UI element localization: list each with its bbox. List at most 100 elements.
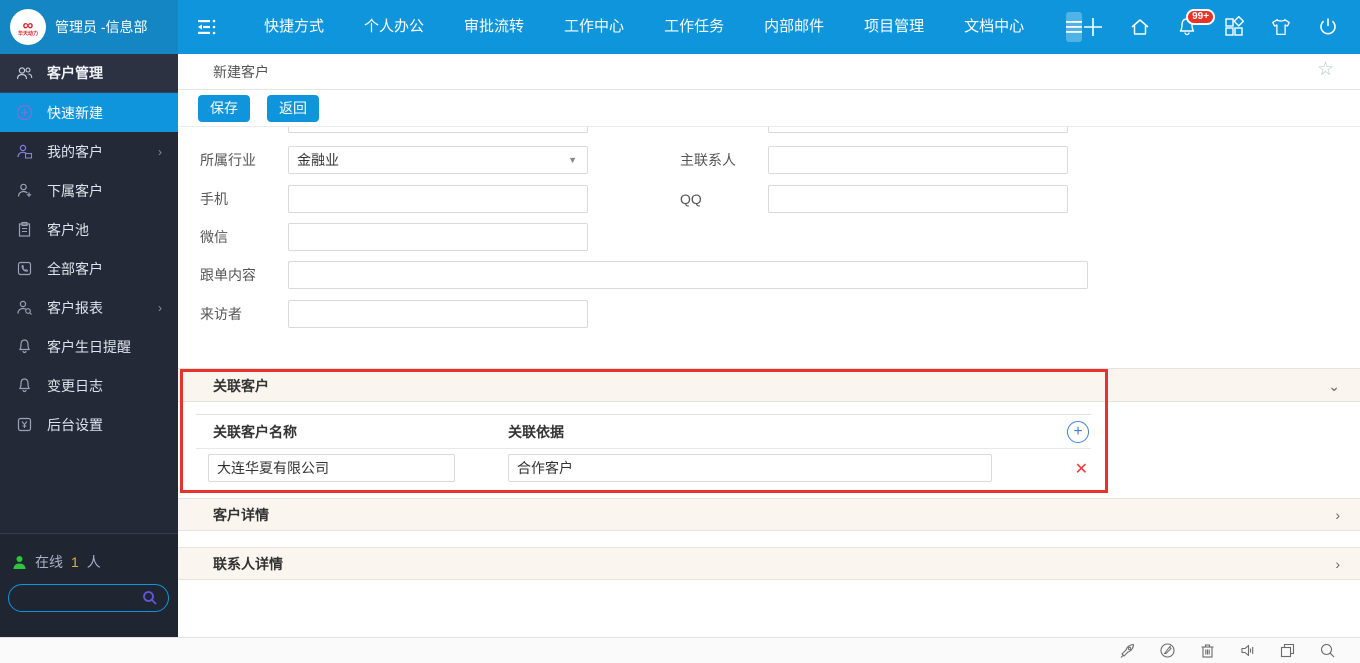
related-customers-table-header: 关联客户名称 关联依据 + (196, 415, 1091, 449)
hamburger-icon (1066, 21, 1083, 33)
wechat-label: 微信 (200, 229, 228, 245)
sidebar-item-my-customers[interactable]: 我的客户 › (0, 132, 178, 171)
contacts-book-icon (16, 260, 33, 277)
sidebar: 客户管理 快速新建 我的客户 › 下属客户 客户池 全部客户 客户报表 › 客户… (0, 54, 178, 637)
logout-button[interactable] (1317, 16, 1339, 38)
sidebar-search-input[interactable] (9, 590, 142, 606)
logo-infinity-glyph: ∞ (22, 16, 34, 34)
contact-detail-section-header[interactable]: 联系人详情 › (178, 547, 1360, 580)
save-button[interactable]: 保存 (198, 94, 250, 122)
sidebar-item-label: 变更日志 (47, 377, 103, 394)
rocket-icon[interactable] (1119, 642, 1136, 659)
company-logo: ∞ 华天动力 (10, 9, 46, 45)
main-contact-field[interactable] (768, 146, 1068, 174)
notification-badge: 99+ (1186, 9, 1216, 25)
sidebar-item-label: 后台设置 (47, 416, 103, 433)
chevron-down-icon[interactable]: ⌄ (1328, 369, 1340, 403)
follow-content-label: 跟单内容 (200, 267, 256, 283)
sidebar-item-label: 下属客户 (47, 182, 103, 199)
qq-field[interactable] (768, 185, 1068, 213)
related-customers-title: 关联客户 (213, 378, 269, 394)
column-header-name: 关联客户名称 (213, 424, 297, 440)
sidebar-item-quick-create[interactable]: 快速新建 (0, 93, 178, 132)
app-grid-icon (1225, 16, 1245, 36)
customers-icon (16, 65, 33, 82)
sidebar-item-label: 全部客户 (47, 260, 103, 277)
theme-button[interactable] (1270, 16, 1292, 38)
search-icon[interactable] (1319, 642, 1336, 659)
favorite-star-icon[interactable]: ☆ (1317, 58, 1334, 81)
top-navigation-bar: ∞ 华天动力 管理员 -信息部 快捷方式 个人办公 审批流转 工作中心 工作任务… (0, 0, 1360, 54)
customer-detail-title: 客户详情 (213, 507, 269, 523)
nav-approval-flow[interactable]: 审批流转 (449, 0, 539, 54)
contact-detail-title: 联系人详情 (213, 556, 283, 572)
sidebar-item-customer-reports[interactable]: 客户报表 › (0, 288, 178, 327)
column-header-basis: 关联依据 (508, 424, 564, 440)
sidebar-item-label: 客户生日提醒 (47, 338, 131, 355)
online-count: 1 (71, 554, 79, 570)
industry-label: 所属行业 (200, 152, 256, 168)
industry-selected-value: 金融业 (297, 152, 339, 168)
person-plus-icon (16, 182, 33, 199)
breadcrumb-bar: 新建客户 ☆ (178, 54, 1360, 90)
trash-icon[interactable] (1199, 642, 1216, 659)
sidebar-item-subordinate-customers[interactable]: 下属客户 (0, 171, 178, 210)
delete-row-icon[interactable]: ✕ (1075, 460, 1088, 480)
home-icon (1131, 19, 1149, 35)
nav-work-tasks[interactable]: 工作任务 (649, 0, 739, 54)
add-row-button[interactable]: + (1067, 421, 1089, 443)
related-customers-table: 关联客户名称 关联依据 + ✕ (196, 414, 1091, 493)
home-button[interactable] (1129, 16, 1151, 38)
compose-icon[interactable] (1159, 642, 1176, 659)
visitor-field[interactable] (288, 300, 588, 328)
apps-button[interactable] (1223, 16, 1245, 38)
more-menu-button[interactable] (1066, 12, 1083, 42)
follow-content-field[interactable] (288, 261, 1088, 289)
sidebar-item-backend-settings[interactable]: 后台设置 (0, 405, 178, 444)
nav-internal-mail[interactable]: 内部邮件 (749, 0, 839, 54)
mobile-field[interactable] (288, 185, 588, 213)
related-basis-field[interactable] (508, 454, 992, 482)
nav-shortcuts[interactable]: 快捷方式 (249, 0, 339, 54)
notifications-button[interactable]: 99+ (1176, 9, 1216, 38)
chevron-right-icon: › (158, 300, 162, 315)
current-user-label: 管理员 -信息部 (55, 19, 148, 35)
sidebar-item-birthday-reminder[interactable]: 客户生日提醒 (0, 327, 178, 366)
tshirt-icon (1272, 19, 1291, 35)
topbar-actions: 99+ (1082, 9, 1360, 38)
nav-document-center[interactable]: 文档中心 (949, 0, 1039, 54)
sidebar-item-all-customers[interactable]: 全部客户 (0, 249, 178, 288)
industry-select[interactable]: 金融业 ▼ (288, 146, 588, 174)
speaker-icon[interactable] (1239, 642, 1256, 659)
sidebar-module-title: 客户管理 (0, 54, 178, 93)
collapse-menu-glyph (198, 19, 216, 35)
related-name-field[interactable] (208, 454, 455, 482)
logo-text: 华天动力 (17, 30, 38, 37)
chevron-right-icon[interactable]: › (1335, 499, 1340, 532)
person-report-icon (16, 299, 33, 316)
online-label: 在线 (35, 554, 63, 570)
add-button[interactable] (1082, 16, 1104, 38)
nav-personal-office[interactable]: 个人办公 (349, 0, 439, 54)
customer-detail-section-header[interactable]: 客户详情 › (178, 498, 1360, 531)
visitor-label: 来访者 (200, 306, 242, 322)
toolbar: 保存 返回 (178, 90, 1360, 127)
collapse-menu-icon[interactable] (196, 12, 218, 42)
nav-project-management[interactable]: 项目管理 (849, 0, 939, 54)
chevron-right-icon[interactable]: › (1335, 548, 1340, 581)
brand-area: ∞ 华天动力 管理员 -信息部 (0, 0, 178, 54)
wechat-field[interactable] (288, 223, 588, 251)
person-briefcase-icon (16, 143, 33, 160)
nav-work-center[interactable]: 工作中心 (549, 0, 639, 54)
back-button[interactable]: 返回 (267, 94, 319, 122)
sidebar-item-label: 我的客户 (47, 143, 103, 160)
sidebar-item-change-log[interactable]: 变更日志 (0, 366, 178, 405)
sidebar-item-customer-pool[interactable]: 客户池 (0, 210, 178, 249)
related-customers-section-header[interactable]: 关联客户 ⌄ (178, 368, 1360, 402)
bell-icon (16, 377, 33, 394)
sidebar-item-label: 客户报表 (47, 299, 103, 316)
windows-overlap-icon[interactable] (1279, 642, 1296, 659)
search-icon[interactable] (142, 590, 158, 606)
breadcrumb: 新建客户 (213, 64, 269, 80)
sidebar-footer: 在线 1 人 (0, 533, 178, 637)
